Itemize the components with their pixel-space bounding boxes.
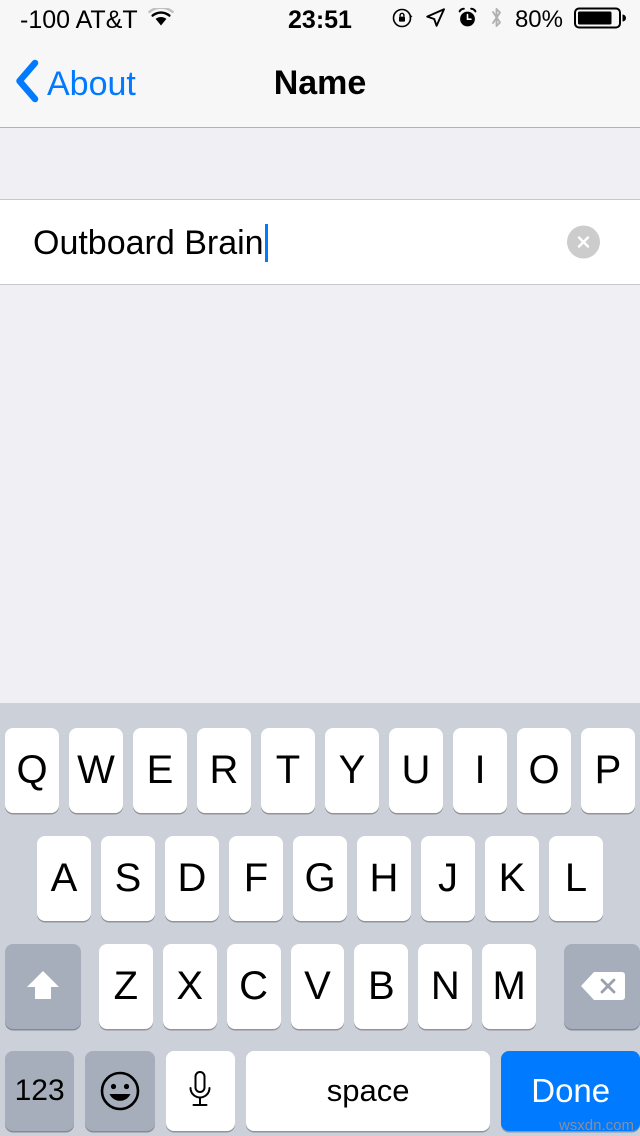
name-input-value: Outboard Brain <box>33 223 264 262</box>
page-title-label: Name <box>273 64 367 102</box>
alarm-clock-icon <box>457 7 478 33</box>
key-d[interactable]: D <box>165 835 219 921</box>
clear-circle-x-icon <box>577 236 590 248</box>
keyboard-row-2: A S D F G H J K L <box>0 834 640 922</box>
key-s[interactable]: S <box>101 835 155 921</box>
microphone-icon <box>189 1071 211 1106</box>
key-q[interactable]: Q <box>5 727 59 813</box>
keyboard-row-4: 123 space Done <box>0 1050 640 1132</box>
clear-text-button[interactable] <box>567 225 600 259</box>
key-x[interactable]: X <box>162 943 217 1029</box>
key-i[interactable]: I <box>453 727 507 813</box>
key-h[interactable]: H <box>357 835 411 921</box>
name-input[interactable]: Outboard Brain <box>33 200 560 285</box>
text-caret <box>264 223 268 262</box>
key-o[interactable]: O <box>517 727 571 813</box>
key-l[interactable]: L <box>549 835 603 921</box>
key-f[interactable]: F <box>229 835 283 921</box>
navigation-bar: About Name <box>0 40 640 128</box>
key-r[interactable]: R <box>197 727 251 813</box>
emoji-key[interactable] <box>85 1051 155 1131</box>
key-n[interactable]: N <box>418 943 473 1029</box>
key-t[interactable]: T <box>261 727 315 813</box>
key-w[interactable]: W <box>69 727 123 813</box>
key-p[interactable]: P <box>581 727 635 813</box>
backspace-delete-icon <box>581 972 626 1000</box>
key-y[interactable]: Y <box>325 727 379 813</box>
keyboard-row-3: Z X C V B N M <box>0 942 640 1030</box>
numbers-key[interactable]: 123 <box>5 1051 75 1131</box>
location-arrow-icon <box>425 7 446 33</box>
key-c[interactable]: C <box>226 943 281 1029</box>
delete-key[interactable] <box>564 943 640 1029</box>
key-k[interactable]: K <box>485 835 539 921</box>
shift-up-arrow-icon <box>26 971 59 999</box>
key-u[interactable]: U <box>389 727 443 813</box>
shift-key[interactable] <box>5 943 81 1029</box>
key-b[interactable]: B <box>354 943 409 1029</box>
key-e[interactable]: E <box>133 727 187 813</box>
name-field-row: Outboard Brain <box>0 199 640 285</box>
status-bar: -100 AT&T 23:51 80% <box>0 0 640 40</box>
key-j[interactable]: J <box>421 835 475 921</box>
battery-icon <box>574 6 626 35</box>
key-a[interactable]: A <box>37 835 91 921</box>
content-area: Outboard Brain <box>0 128 640 703</box>
space-key[interactable]: space <box>245 1051 491 1131</box>
status-bar-right: 80% <box>392 0 626 40</box>
rotation-lock-icon <box>392 7 414 34</box>
battery-percent-label: 80% <box>514 6 563 33</box>
clock-label: 23:51 <box>288 5 352 34</box>
done-key[interactable]: Done <box>501 1051 640 1131</box>
bluetooth-icon <box>489 6 504 34</box>
onscreen-keyboard: Q W E R T Y U I O P A S D F G H J K L Z … <box>0 703 640 1136</box>
key-v[interactable]: V <box>290 943 345 1029</box>
page-title: Name <box>0 40 640 127</box>
iphone-screen: -100 AT&T 23:51 80% About Name Outboard … <box>0 0 640 1136</box>
key-g[interactable]: G <box>293 835 347 921</box>
dictation-key[interactable] <box>165 1051 235 1131</box>
keyboard-row-1: Q W E R T Y U I O P <box>0 726 640 814</box>
emoji-smiley-icon <box>100 1071 140 1111</box>
key-z[interactable]: Z <box>98 943 153 1029</box>
key-m[interactable]: M <box>482 943 537 1029</box>
